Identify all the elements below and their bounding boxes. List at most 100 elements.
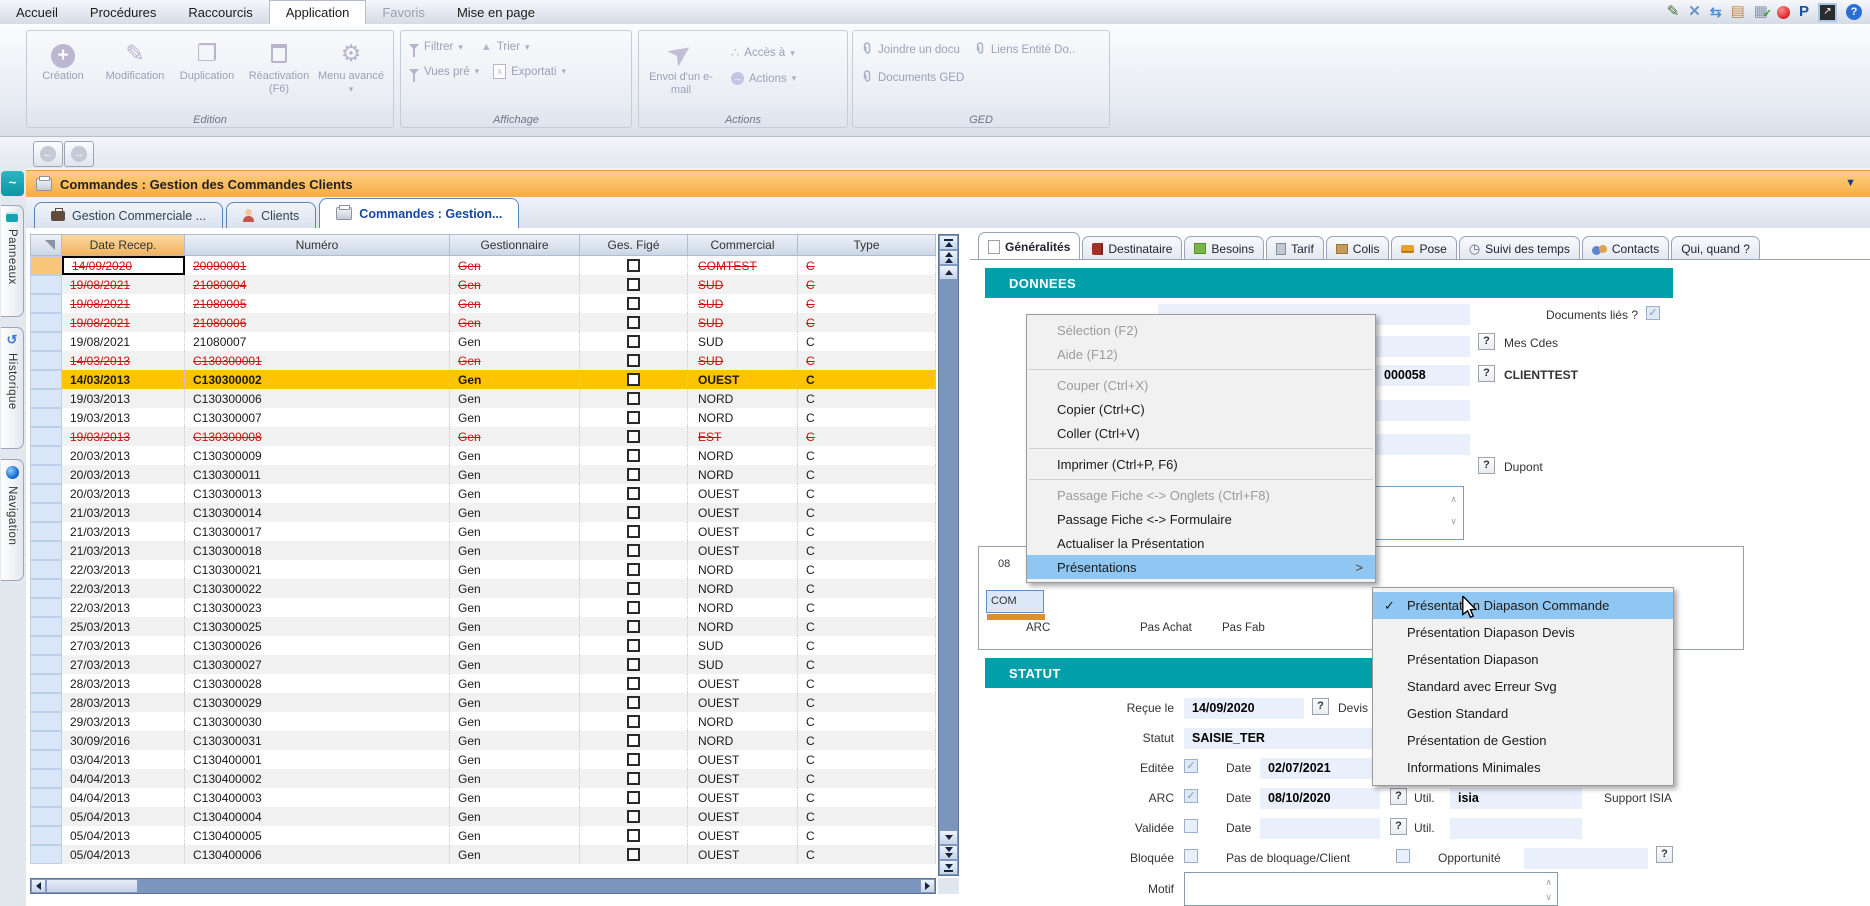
table-cell-fige[interactable] [580, 579, 688, 598]
table-cell[interactable]: C130300013 [185, 484, 450, 503]
table-row[interactable]: 04/04/2013C130400003GenOUESTC [30, 788, 936, 807]
table-cell-fige[interactable] [580, 275, 688, 294]
ribbon-button-menu-avanc[interactable]: ⚙Menu avancé ▾ [315, 36, 387, 96]
table-cell-fige[interactable] [580, 693, 688, 712]
opportunite-help-button[interactable]: ? [1656, 846, 1673, 863]
row-header-cell[interactable] [30, 731, 62, 750]
table-cell-fige[interactable] [580, 560, 688, 579]
table-cell[interactable]: 28/03/2013 [62, 693, 185, 712]
table-cell[interactable]: OUEST [688, 807, 798, 826]
arc-checkbox[interactable]: ✓ [1184, 789, 1198, 803]
table-cell[interactable]: NORD [688, 598, 798, 617]
table-cell[interactable]: C130300028 [185, 674, 450, 693]
table-cell[interactable]: C [798, 408, 936, 427]
submenu-item-standard-avec-erreur-svg[interactable]: Standard avec Erreur Svg [1373, 673, 1673, 700]
row-header-cell[interactable] [30, 522, 62, 541]
table-cell[interactable]: 19/03/2013 [62, 427, 185, 446]
table-cell[interactable]: NORD [688, 446, 798, 465]
table-cell[interactable]: C130300018 [185, 541, 450, 560]
table-cell-fige[interactable] [580, 826, 688, 845]
table-cell[interactable]: Gen [450, 370, 580, 389]
fige-checkbox[interactable] [627, 734, 640, 747]
fige-checkbox[interactable] [627, 696, 640, 709]
documents-lies-checkbox[interactable]: ✓ [1646, 306, 1660, 320]
ribbon-button-joindre-un-docu[interactable]: Joindre un docu [861, 41, 960, 58]
table-cell[interactable]: OUEST [688, 522, 798, 541]
table-cell-fige[interactable] [580, 427, 688, 446]
table-row[interactable]: 19/03/2013C130300007GenNORDC [30, 408, 936, 427]
table-cell[interactable]: 22/03/2013 [62, 598, 185, 617]
table-cell[interactable]: C130400004 [185, 807, 450, 826]
table-cell[interactable]: NORD [688, 579, 798, 598]
table-cell[interactable]: SUD [688, 294, 798, 313]
ribbon-button-actions[interactable]: →Actions▾ [731, 72, 796, 85]
row-header-cell[interactable] [30, 617, 62, 636]
menu-item-mise-en-page[interactable]: Mise en page [441, 0, 551, 24]
menu-item-application[interactable]: Application [269, 0, 367, 24]
row-header-cell[interactable] [30, 294, 62, 313]
table-cell[interactable]: Gen [450, 674, 580, 693]
table-cell[interactable]: 21/03/2013 [62, 503, 185, 522]
fige-checkbox[interactable] [627, 316, 640, 329]
submenu-item-gestion-standard[interactable]: Gestion Standard [1373, 700, 1673, 727]
table-cell-fige[interactable] [580, 503, 688, 522]
table-cell[interactable]: 21080006 [185, 313, 450, 332]
table-cell[interactable]: C130300009 [185, 446, 450, 465]
table-cell[interactable]: C [798, 522, 936, 541]
table-cell[interactable]: C [798, 541, 936, 560]
table-row[interactable]: 30/09/2016C130300031GenNORDC [30, 731, 936, 750]
table-cell-fige[interactable] [580, 788, 688, 807]
fige-checkbox[interactable] [627, 259, 640, 272]
table-cell-fige[interactable] [580, 294, 688, 313]
detail-tab-g-n-ralit-s[interactable]: Généralités [978, 232, 1080, 260]
spin-down-icon[interactable]: ∨ [1450, 517, 1457, 526]
detail-tab-tarif[interactable]: Tarif [1266, 236, 1324, 260]
fige-checkbox[interactable] [627, 297, 640, 310]
table-row[interactable]: 21/03/2013C130300014GenOUESTC [30, 503, 936, 522]
scroll-top-button[interactable] [939, 235, 958, 250]
table-cell[interactable]: 14/09/2020 [62, 256, 185, 275]
table-cell[interactable]: Gen [450, 446, 580, 465]
table-cell[interactable]: EST [688, 427, 798, 446]
table-cell[interactable]: OUEST [688, 674, 798, 693]
fige-checkbox[interactable] [627, 791, 640, 804]
table-cell[interactable]: C130300023 [185, 598, 450, 617]
submenu-item-informations-minimales[interactable]: Informations Minimales [1373, 754, 1673, 781]
bloquee-checkbox[interactable] [1184, 849, 1198, 863]
scroll-bottom-button[interactable] [939, 860, 958, 875]
table-row[interactable]: 27/03/2013C130300026GenSUDC [30, 636, 936, 655]
client-help-button[interactable]: ? [1478, 365, 1495, 382]
table-cell[interactable]: OUEST [688, 769, 798, 788]
commercial-code-field[interactable]: COM [986, 590, 1044, 613]
table-cell[interactable]: 22/03/2013 [62, 560, 185, 579]
grid-corner-cell[interactable] [30, 234, 62, 256]
table-cell[interactable]: Gen [450, 693, 580, 712]
parking-icon[interactable]: P [1799, 2, 1809, 22]
validee-date-field[interactable] [1260, 818, 1380, 839]
submenu-item-pr-sentation-diapason-commande[interactable]: ✓Présentation Diapason Commande [1373, 592, 1673, 619]
row-header-cell[interactable] [30, 256, 62, 275]
table-cell[interactable]: SUD [688, 636, 798, 655]
table-cell[interactable]: C130300029 [185, 693, 450, 712]
back-button[interactable]: ← [33, 141, 63, 167]
table-cell[interactable]: C130300025 [185, 617, 450, 636]
table-cell-fige[interactable] [580, 636, 688, 655]
context-menu-item-passage-fiche-onglets-ctrl-f8[interactable]: Passage Fiche <-> Onglets (Ctrl+F8) [1027, 483, 1375, 507]
detail-tab-suivi-des-temps[interactable]: ◷Suivi des temps [1459, 236, 1580, 260]
row-header-cell[interactable] [30, 465, 62, 484]
table-cell[interactable]: Gen [450, 617, 580, 636]
ribbon-button-vues-pr[interactable]: Vues pré▾ [409, 66, 479, 78]
table-cell[interactable]: C [798, 446, 936, 465]
ribbon-button-filtrer[interactable]: Filtrer▾ [409, 41, 463, 53]
table-cell[interactable]: C130300021 [185, 560, 450, 579]
table-cell[interactable]: OUEST [688, 845, 798, 864]
table-cell[interactable]: C130400005 [185, 826, 450, 845]
table-cell-fige[interactable] [580, 617, 688, 636]
table-cell[interactable]: C [798, 351, 936, 370]
submenu-item-pr-sentation-diapason[interactable]: Présentation Diapason [1373, 646, 1673, 673]
table-cell[interactable]: 20/03/2013 [62, 484, 185, 503]
table-cell[interactable]: Gen [450, 788, 580, 807]
table-cell[interactable]: 20090001 [185, 256, 450, 275]
table-row[interactable]: 20/03/2013C130300013GenOUESTC [30, 484, 936, 503]
table-cell[interactable]: C [798, 769, 936, 788]
